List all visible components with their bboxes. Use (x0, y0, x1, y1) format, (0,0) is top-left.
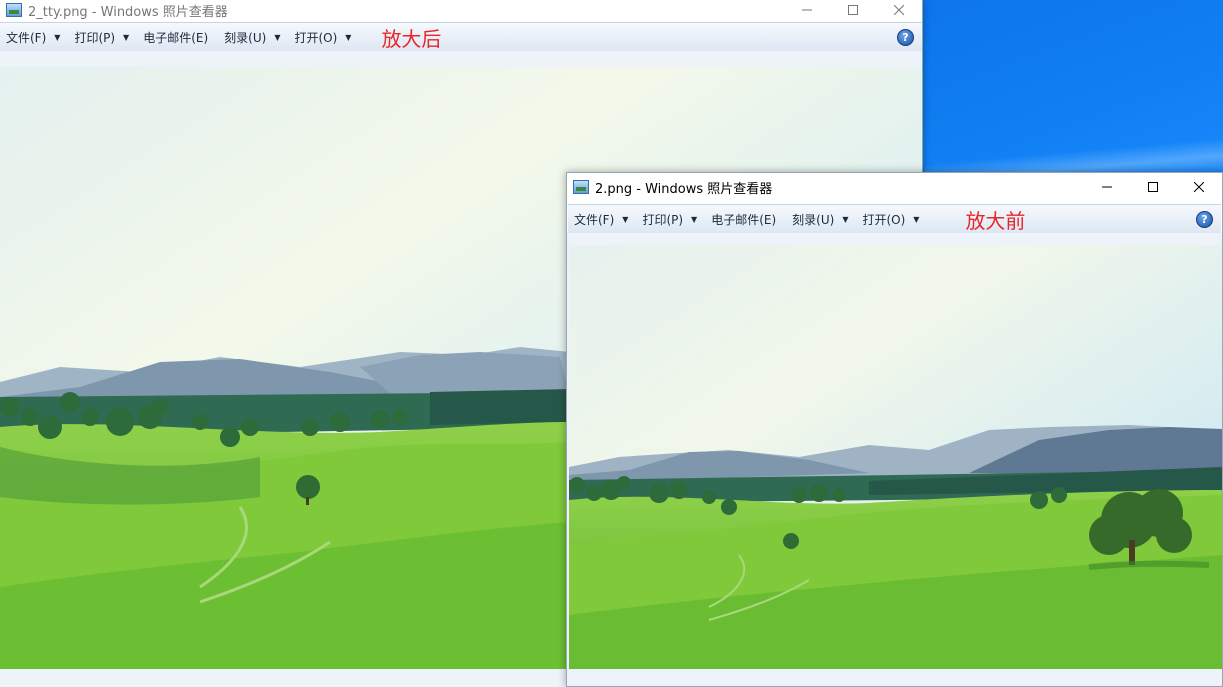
menu-open[interactable]: 打开(O) ▼ (856, 205, 927, 233)
title-bar[interactable]: 2_tty.png - Windows 照片查看器 (0, 0, 922, 20)
help-icon: ? (1201, 212, 1208, 226)
close-button[interactable] (876, 0, 922, 20)
chevron-down-icon: ▼ (691, 214, 698, 224)
annotation-after-zoom: 放大后 (381, 26, 442, 51)
photo-display[interactable] (569, 245, 1222, 669)
maximize-icon (848, 5, 858, 15)
annotation-before-zoom: 放大前 (965, 208, 1026, 233)
chevron-down-icon: ▼ (345, 32, 352, 42)
close-icon (894, 5, 904, 15)
chevron-down-icon: ▼ (842, 214, 849, 224)
menu-file[interactable]: 文件(F) ▼ (568, 205, 636, 233)
close-icon (1194, 182, 1204, 192)
menu-print-label: 打印(P) (642, 212, 684, 227)
menu-print[interactable]: 打印(P) ▼ (68, 23, 137, 51)
menu-burn[interactable]: 刻录(U) ▼ (786, 205, 856, 233)
photo-viewer-app-icon[interactable] (6, 3, 22, 17)
menu-open[interactable]: 打开(O) ▼ (288, 23, 359, 51)
window-title: 2.png - Windows 照片查看器 (595, 181, 773, 197)
chevron-down-icon: ▼ (913, 214, 920, 224)
menu-burn-label: 刻录(U) (792, 212, 835, 227)
maximize-button[interactable] (830, 0, 876, 20)
photo-viewer-app-icon[interactable] (573, 180, 589, 194)
chevron-down-icon: ▼ (54, 32, 61, 42)
chevron-down-icon: ▼ (123, 32, 130, 42)
maximize-icon (1148, 182, 1158, 192)
menu-print-label: 打印(P) (74, 30, 116, 45)
menu-open-label: 打开(O) (862, 212, 906, 227)
menu-bar: 文件(F) ▼ 打印(P) ▼ 电子邮件(E) 刻录(U) ▼ 打开(O) ▼ 放大前 … (568, 204, 1221, 234)
menu-email[interactable]: 电子邮件(E) (137, 23, 218, 51)
chevron-down-icon: ▼ (622, 214, 629, 224)
minimize-button[interactable] (1084, 173, 1130, 201)
help-button[interactable]: ? (1196, 210, 1213, 228)
menu-open-label: 打开(O) (294, 30, 338, 45)
menu-bar: 文件(F) ▼ 打印(P) ▼ 电子邮件(E) 刻录(U) ▼ 打开(O) ▼ 放大后 … (0, 22, 922, 52)
minimize-icon (802, 9, 812, 11)
menu-file[interactable]: 文件(F) ▼ (0, 23, 68, 51)
menu-email-label: 电子邮件(E) (143, 30, 209, 45)
title-bar[interactable]: 2.png - Windows 照片查看器 (567, 173, 1222, 201)
chevron-down-icon: ▼ (274, 32, 281, 42)
menu-email[interactable]: 电子邮件(E) (705, 205, 786, 233)
menu-file-label: 文件(F) (574, 212, 615, 227)
window-title: 2_tty.png - Windows 照片查看器 (28, 4, 228, 20)
help-button[interactable]: ? (897, 28, 914, 46)
menu-burn-label: 刻录(U) (224, 30, 267, 45)
photo-viewer-window-original: 2.png - Windows 照片查看器 文件(F) ▼ 打印(P) ▼ 电子邮件… (566, 172, 1223, 687)
landscape-photo (569, 245, 1222, 669)
menu-file-label: 文件(F) (6, 30, 47, 45)
maximize-button[interactable] (1130, 173, 1176, 201)
minimize-button[interactable] (784, 0, 830, 20)
menu-email-label: 电子邮件(E) (711, 212, 777, 227)
close-button[interactable] (1176, 173, 1222, 201)
menu-burn[interactable]: 刻录(U) ▼ (218, 23, 288, 51)
menu-print[interactable]: 打印(P) ▼ (636, 205, 705, 233)
help-icon: ? (902, 30, 909, 44)
minimize-icon (1102, 186, 1112, 188)
